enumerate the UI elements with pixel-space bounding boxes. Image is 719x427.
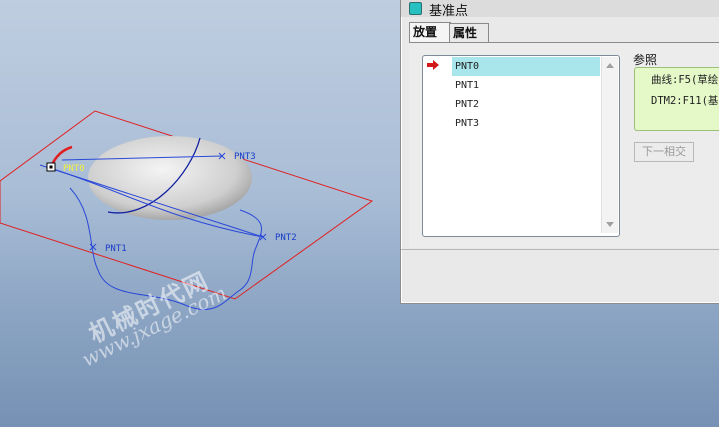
list-item-pnt1[interactable]: PNT1 <box>452 76 600 95</box>
list-item-pnt0[interactable]: PNT0 <box>452 57 600 76</box>
point-list-items: PNT0 PNT1 PNT2 PNT3 <box>452 57 600 233</box>
reference-item[interactable]: 曲线:F5(草绘 <box>635 71 719 90</box>
list-item-pnt3[interactable]: PNT3 <box>452 114 600 133</box>
pnt0-marker-inner <box>49 165 53 169</box>
scroll-down-icon[interactable] <box>606 222 614 227</box>
pnt1-label: PNT1 <box>105 244 127 254</box>
dialog-title-bar[interactable]: 基准点 <box>401 0 719 19</box>
scroll-up-icon[interactable] <box>606 63 614 68</box>
pnt2-label: PNT2 <box>275 233 297 243</box>
dialog-title: 基准点 <box>429 4 469 19</box>
dialog-divider <box>401 249 719 250</box>
pnt0-label: PNT0 <box>63 164 85 174</box>
tab-placement[interactable]: 放置 <box>409 22 451 43</box>
datum-point-icon <box>409 2 422 15</box>
pnt1-marker[interactable] <box>89 243 97 251</box>
reference-item[interactable]: DTM2:F11(基准 <box>635 92 719 111</box>
tab-properties[interactable]: 属性 <box>449 23 489 42</box>
current-arrow-icon <box>427 60 439 70</box>
pnt3-label: PNT3 <box>234 152 256 162</box>
list-scrollbar[interactable] <box>601 57 618 233</box>
references-label: 参照 <box>633 53 658 67</box>
references-list[interactable]: 曲线:F5(草绘 DTM2:F11(基准 <box>634 67 719 131</box>
placement-panel: PNT0 PNT1 PNT2 PNT3 参照 曲线:F5(草绘 DTM2:F11… <box>409 42 719 248</box>
next-intersection-button[interactable]: 下一相交 <box>634 142 694 162</box>
datum-point-dialog: 基准点 放置 属性 PNT0 PNT1 PNT2 PNT3 参照 曲线:F5(草… <box>400 0 719 304</box>
list-item-pnt2[interactable]: PNT2 <box>452 95 600 114</box>
point-list[interactable]: PNT0 PNT1 PNT2 PNT3 <box>422 55 620 237</box>
